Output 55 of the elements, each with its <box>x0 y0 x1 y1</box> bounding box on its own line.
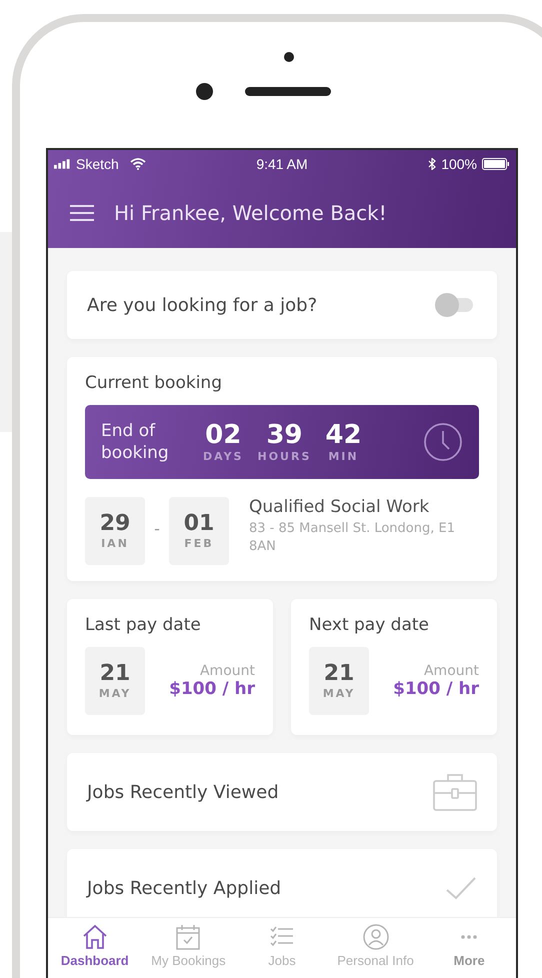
job-address: 83 - 85 Mansell St. Londong, E1 8AN <box>249 520 456 556</box>
countdown-value: 42 <box>325 421 362 450</box>
clock-icon <box>423 422 463 462</box>
date-month: FEB <box>184 536 214 550</box>
bluetooth-icon <box>428 158 436 170</box>
date-separator: - <box>153 519 161 538</box>
briefcase-icon <box>433 773 477 811</box>
job-title: Qualified Social Work <box>249 497 430 517</box>
tab-item[interactable]: Personal Info <box>328 918 422 978</box>
date-day: 21 <box>324 662 354 687</box>
date-day: 01 <box>184 512 214 537</box>
calendar-icon <box>175 924 202 950</box>
countdown-value: 02 <box>205 421 242 450</box>
tab-item[interactable]: Jobs <box>235 918 329 978</box>
countdown-label: End of booking <box>101 420 170 464</box>
signal-icon <box>54 159 71 169</box>
date-day: 29 <box>100 512 130 537</box>
date-month: MAY <box>98 686 132 700</box>
sensor-icon <box>284 52 294 62</box>
date-month: IAN <box>101 536 129 550</box>
battery-icon <box>482 158 510 170</box>
more-icon <box>461 935 478 939</box>
countdown-value: 39 <box>266 421 303 450</box>
carrier-name: Sketch <box>76 156 119 172</box>
amount-value: $100 / hr <box>169 679 255 699</box>
tab-item[interactable]: Dashboard <box>48 918 142 978</box>
countdown-unit: DAYS <box>203 450 244 463</box>
home-icon <box>82 924 108 950</box>
job-search-toggle[interactable] <box>435 293 473 317</box>
checkmark-icon <box>445 876 477 900</box>
job-search-label: Are you looking for a job? <box>87 294 318 316</box>
battery-percent: 100% <box>441 156 477 172</box>
countdown-unit: MIN <box>328 450 359 463</box>
date-month: MAY <box>322 686 356 700</box>
jobs-list-label: Jobs Recently Viewed <box>87 782 279 802</box>
tab-item[interactable]: My Bookings <box>142 918 236 978</box>
amount-label: Amount <box>200 663 255 679</box>
pay-date-title: Last pay date <box>85 615 202 635</box>
camera-icon <box>196 83 213 100</box>
booking-title: Current booking <box>85 373 223 393</box>
pay-date-title: Next pay date <box>309 615 430 635</box>
tab-item[interactable]: More <box>422 918 516 978</box>
amount-value: $100 / hr <box>393 679 479 699</box>
wifi-icon <box>130 158 146 170</box>
countdown-unit: HOURS <box>257 450 312 463</box>
amount-label: Amount <box>424 663 479 679</box>
menu-icon[interactable] <box>70 204 94 222</box>
welcome-title: Hi Frankee, Welcome Back! <box>114 201 387 225</box>
jobs-list-label: Jobs Recently Applied <box>87 878 282 898</box>
speaker-icon <box>245 87 331 96</box>
jobs-list-card[interactable]: Jobs Recently Applied <box>67 849 497 917</box>
profile-icon <box>362 924 389 950</box>
status-time: 9:41 AM <box>256 156 308 172</box>
jobs-list-card[interactable]: Jobs Recently Viewed <box>67 753 497 831</box>
date-day: 21 <box>100 662 130 687</box>
